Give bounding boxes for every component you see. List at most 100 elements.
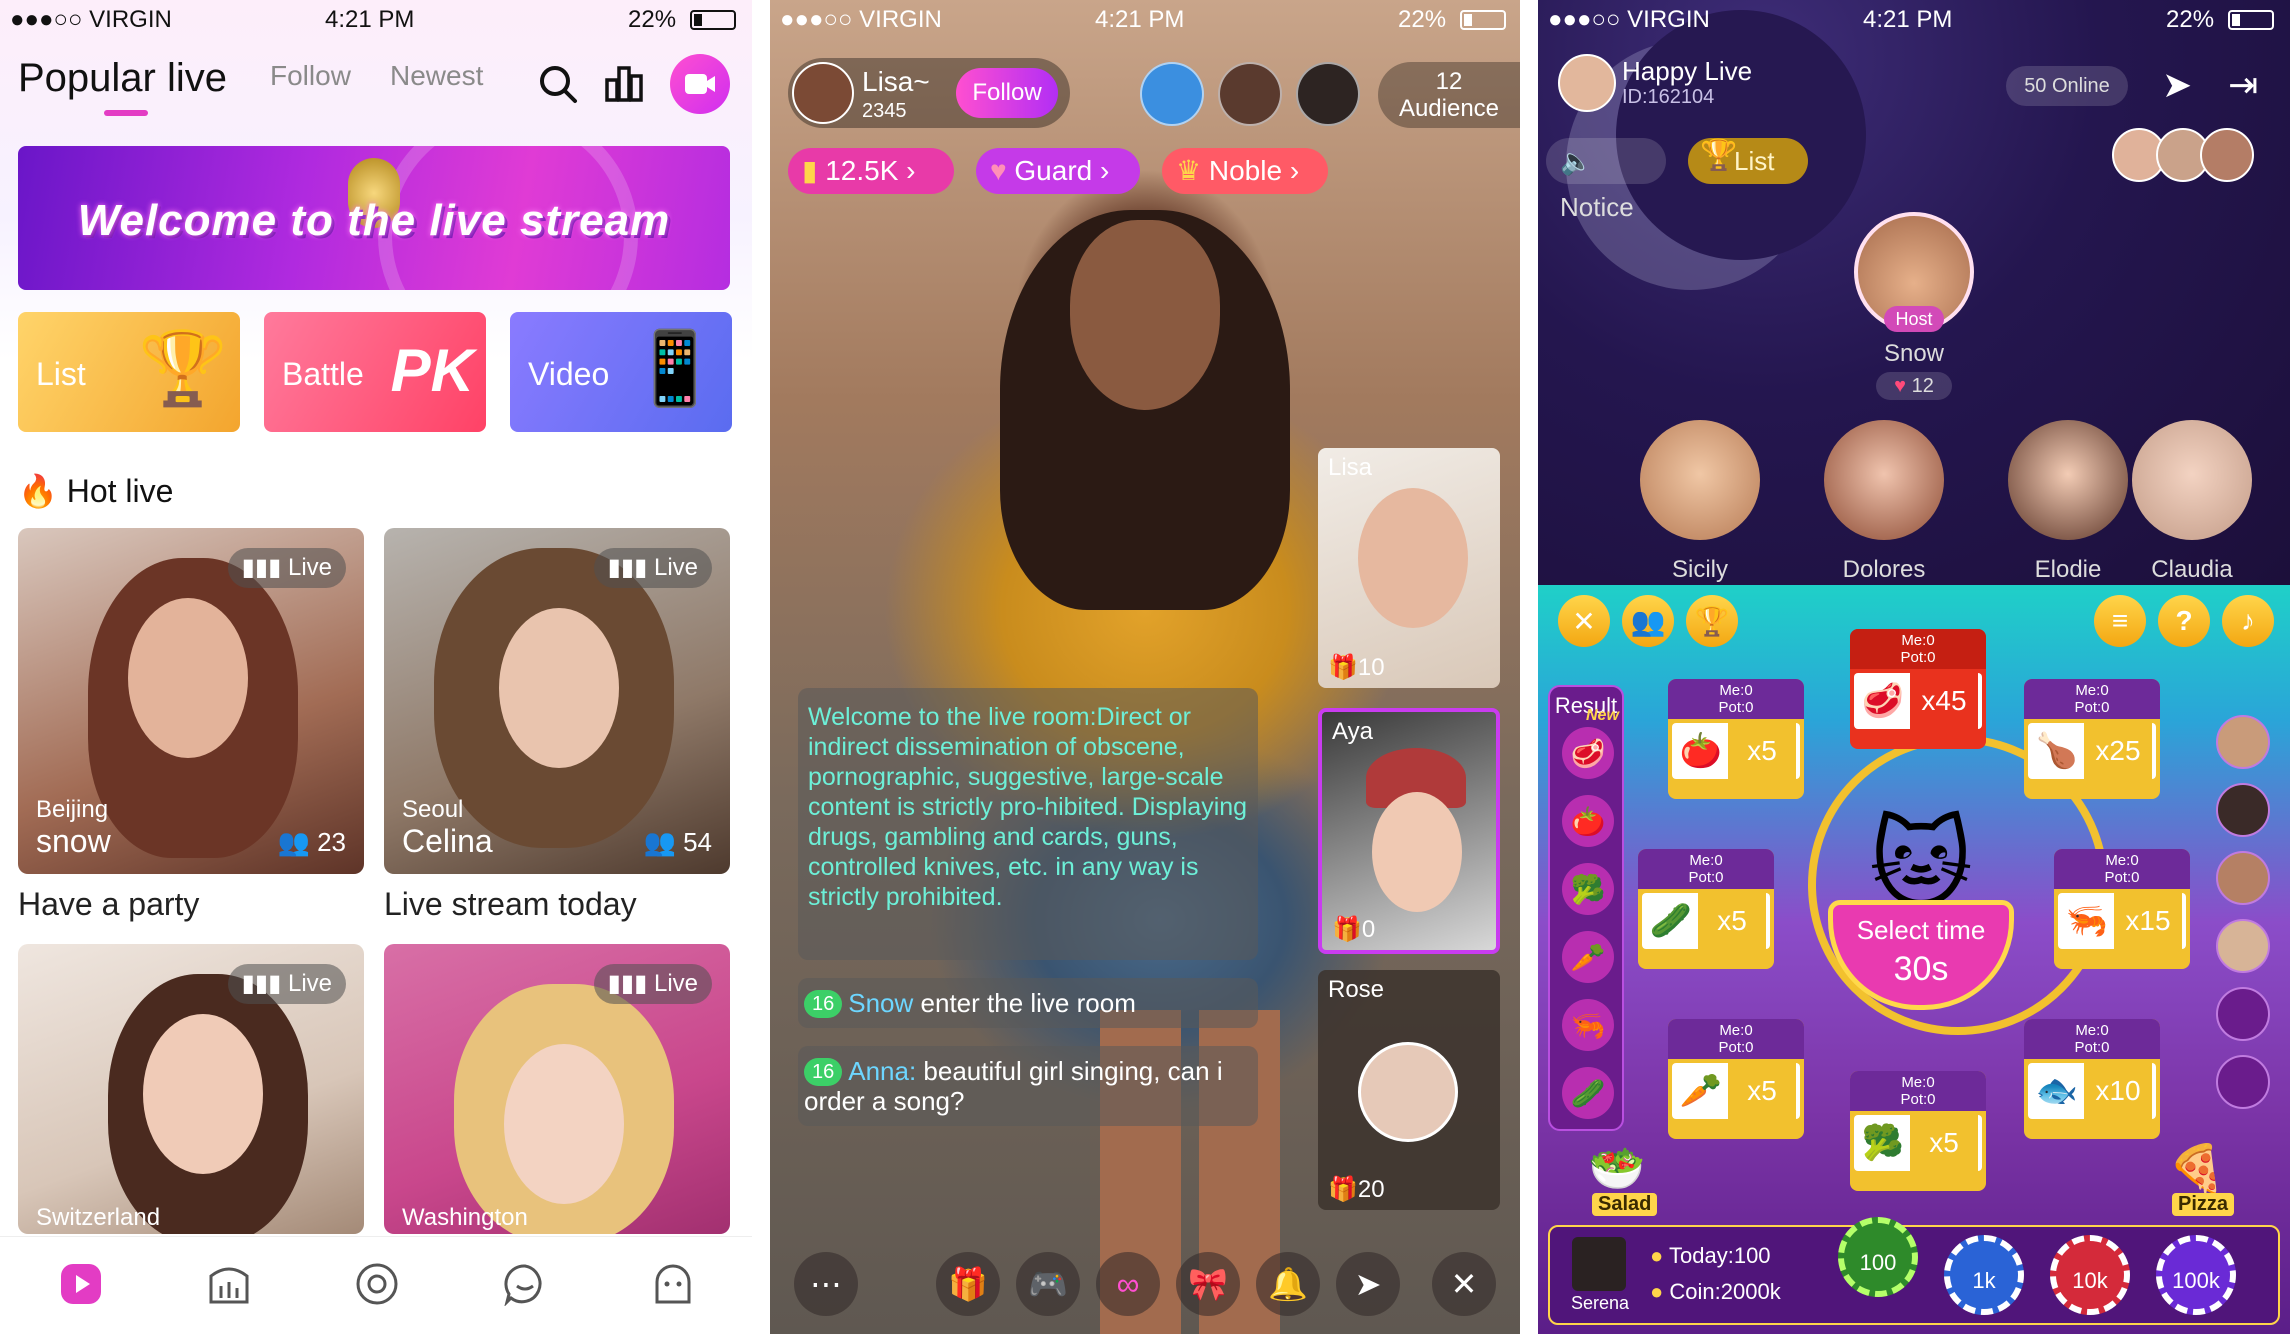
noble-pill[interactable]: ♛ Noble › [1162,148,1328,194]
trophy-icon: 🏆 [138,329,228,409]
category-list[interactable]: List 🏆 [18,312,240,432]
trophy-icon[interactable]: 🏆 [1686,595,1738,647]
salad-icon: 🥗 [1588,1142,1646,1194]
bet-stats: Me:0 Pot:0 [2024,1019,2160,1059]
music-icon[interactable]: ♪ [2222,595,2274,647]
empty-seat-icon[interactable] [2216,987,2270,1041]
guest-seat[interactable] [2008,420,2128,540]
share-icon[interactable]: ➤ [1336,1252,1400,1316]
level-badge: 16 [804,990,843,1018]
follow-button[interactable]: Follow [956,68,1058,118]
welcome-banner[interactable]: Welcome to the live stream [18,146,730,290]
gift-box-icon[interactable]: 🎁 [936,1252,1000,1316]
guest-name: Sicily [1671,556,1728,583]
viewer-count-value: 54 [683,827,712,857]
category-list-label: List [36,356,86,392]
tab-newest[interactable]: Newest [390,60,483,92]
share-icon[interactable]: ➤ [2162,64,2192,106]
co-host-gifts: 🎁20 [1328,1175,1385,1204]
bet-box-steak[interactable]: Me:0 Pot:0 🥩 x45 [1850,629,1986,749]
player-avatar[interactable] [2216,715,2270,769]
chip-100[interactable]: 100 [1838,1217,1918,1297]
co-host-video[interactable]: Aya 🎁0 [1318,708,1500,954]
viewer-avatar[interactable] [1296,62,1360,126]
live-card[interactable]: ▮▮▮ Live Beijing snow 👥 23 [18,528,364,874]
viewer-avatar[interactable] [1140,62,1204,126]
live-card[interactable]: ▮▮▮ Live Switzerland [18,944,364,1234]
exit-icon[interactable]: ⇥ [2228,64,2258,106]
players-icon[interactable]: 👥 [1622,595,1674,647]
result-broccoli-icon: 🥦 [1562,863,1614,915]
ranking-icon[interactable] [600,60,648,108]
chat-nick: Anna: [848,1056,917,1086]
close-icon[interactable]: ✕ [1558,595,1610,647]
bet-box-carrot[interactable]: Me:0 Pot:0 🥕 x5 [1668,1019,1804,1139]
player-avatar[interactable] [2216,919,2270,973]
guest-seat[interactable] [1640,420,1760,540]
nav-live-icon[interactable] [56,1259,106,1309]
viewer-avatar[interactable] [1218,62,1282,126]
present-icon[interactable]: 🎀 [1176,1252,1240,1316]
category-battle[interactable]: Battle PK [264,312,486,432]
category-video[interactable]: Video 📱 [510,312,732,432]
audience-avatar[interactable] [2200,128,2254,182]
link-icon[interactable]: ∞ [1096,1252,1160,1316]
chevron-right-icon: › [906,155,916,186]
audience-count[interactable]: 12 Audience [1378,62,1520,128]
guard-pill[interactable]: ♥ Guard › [976,148,1140,194]
multiplier: x25 [2084,723,2152,779]
tomato-icon: 🍅 [1679,732,1723,770]
help-icon[interactable]: ? [2158,595,2210,647]
streamer-face [504,1044,624,1204]
chip-10k[interactable]: 10k [2050,1235,2130,1315]
notice-button[interactable]: 🔈 Notice [1546,138,1666,222]
guest-seat[interactable] [2132,420,2252,540]
chip-100k[interactable]: 100k [2156,1235,2236,1315]
nav-discover-icon[interactable] [352,1259,402,1309]
online-count[interactable]: 50 Online [2006,66,2128,106]
co-host-video[interactable]: Rose 🎁20 [1318,970,1500,1210]
fruit-game-panel: ✕ 👥 🏆 ≡ ? ♪ Result New 🥩 🍅 🥦 🥕 🦐 🥒 Me:0 … [1538,585,2290,1334]
crown-icon: ♛ [1176,155,1202,186]
tab-follow[interactable]: Follow [270,60,351,92]
live-badge: ▮▮▮ Live [593,964,712,1004]
rules-icon[interactable]: ≡ [2094,595,2146,647]
host-info[interactable]: Lisa~ 2345 Follow [788,58,1070,128]
comment-icon[interactable]: ⋯ [794,1252,858,1316]
chat-message: 16 Snow enter the live room [798,978,1258,1028]
chip-1k[interactable]: 1k [1944,1235,2024,1315]
search-icon[interactable] [534,60,582,108]
bet-box-broccoli[interactable]: Me:0 Pot:0 🥦 x5 [1850,1071,1986,1191]
bet-box-shrimp[interactable]: Me:0 Pot:0 🦐 x15 [2054,849,2190,969]
start-live-button[interactable] [670,54,730,114]
bet-box-tomato[interactable]: Me:0 Pot:0 🍅 x5 [1668,679,1804,799]
bell-icon[interactable]: 🔔 [1256,1252,1320,1316]
clock: 4:21 PM [1863,6,1953,33]
bet-box-cucumber[interactable]: Me:0 Pot:0 🥒 x5 [1638,849,1774,969]
nav-message-icon[interactable] [500,1259,550,1309]
live-card[interactable]: ▮▮▮ Live Seoul Celina 👥 54 [384,528,730,874]
close-icon[interactable]: ✕ [1432,1252,1496,1316]
live-card[interactable]: ▮▮▮ Live Washington [384,944,730,1234]
notice-label: Notice [1560,192,1634,222]
game-controller-icon[interactable]: 🎮 [1016,1252,1080,1316]
player-avatar[interactable] [2216,851,2270,905]
broccoli-icon: 🥦 [1861,1124,1905,1162]
heart-icon: ♥ [990,155,1007,186]
nav-chart-icon[interactable] [204,1259,254,1309]
player-avatar[interactable] [2216,783,2270,837]
room-avatar[interactable] [1558,54,1616,112]
host-avatar[interactable] [792,62,854,124]
bet-box-chicken[interactable]: Me:0 Pot:0 🍗 x25 [2024,679,2160,799]
chevron-right-icon: › [1289,155,1300,186]
empty-seat-icon[interactable] [2216,1055,2270,1109]
fire-icon: 🔥 [18,473,58,509]
tab-popular-live[interactable]: Popular live [18,56,227,101]
bet-box-fish[interactable]: Me:0 Pot:0 🐟 x10 [2024,1019,2160,1139]
card-name: Celina [402,823,493,859]
bet-body: 🥒 x5 [1642,893,1770,949]
co-host-video[interactable]: Lisa 🎁10 [1318,448,1500,688]
guest-seat[interactable] [1824,420,1944,540]
nav-profile-icon[interactable] [648,1259,698,1309]
popularity-pill[interactable]: ▮ 12.5K › [788,148,954,194]
